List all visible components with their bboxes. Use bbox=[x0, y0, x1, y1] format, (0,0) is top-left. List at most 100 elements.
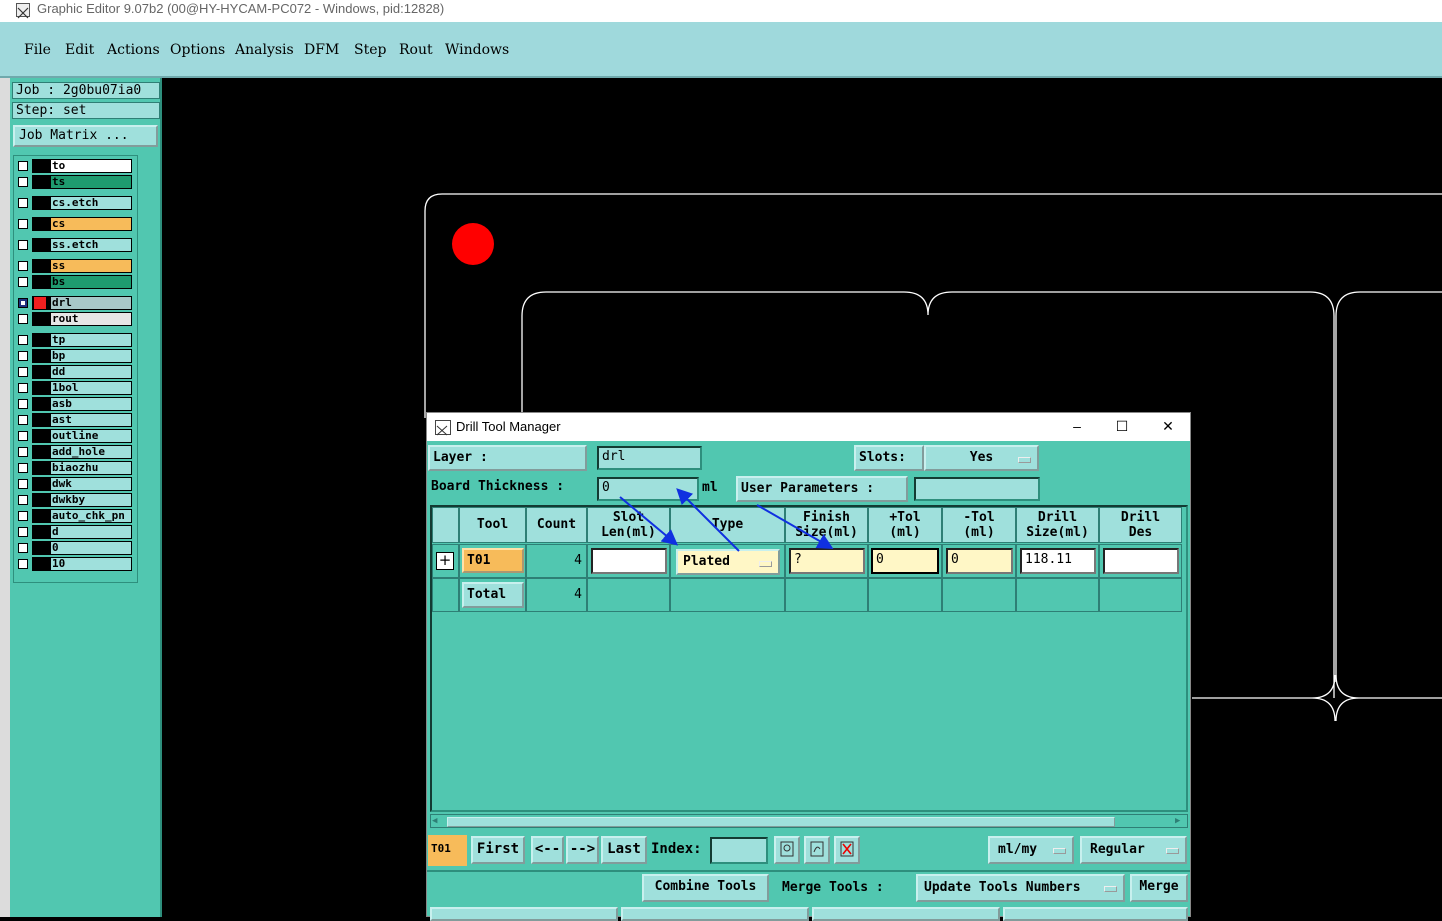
layer-checkbox[interactable] bbox=[18, 511, 28, 521]
drill-size-input[interactable]: 118.11 bbox=[1020, 548, 1096, 574]
index-input[interactable] bbox=[710, 837, 768, 864]
layer-name[interactable]: to bbox=[50, 159, 132, 173]
menu-edit[interactable]: Edit bbox=[65, 42, 94, 58]
next-button[interactable]: --> bbox=[566, 836, 599, 864]
layer-checkbox[interactable] bbox=[18, 351, 28, 361]
layer-name[interactable]: cs bbox=[50, 217, 132, 231]
board-thickness-field[interactable]: 0 bbox=[597, 477, 699, 501]
layer-row-ss[interactable]: ss bbox=[16, 259, 134, 273]
mode-dropdown[interactable]: Regular bbox=[1080, 836, 1187, 864]
menu-analysis[interactable]: Analysis bbox=[235, 42, 294, 58]
layer-row-cs.etch[interactable]: cs.etch bbox=[16, 196, 134, 210]
menu-file[interactable]: File bbox=[24, 42, 51, 58]
scrollbar-thumb[interactable] bbox=[447, 817, 1115, 827]
layer-row-10[interactable]: 10 bbox=[16, 557, 134, 571]
layer-name[interactable]: ss.etch bbox=[50, 238, 132, 252]
layer-name[interactable]: drl bbox=[50, 296, 132, 310]
layer-checkbox[interactable] bbox=[18, 495, 28, 505]
last-button[interactable]: Last bbox=[601, 836, 647, 864]
layer-name[interactable]: rout bbox=[50, 312, 132, 326]
menu-dfm[interactable]: DFM bbox=[304, 42, 339, 58]
layer-name[interactable]: asb bbox=[50, 397, 132, 411]
menu-actions[interactable]: Actions bbox=[107, 42, 160, 58]
layer-row-1bol[interactable]: 1bol bbox=[16, 381, 134, 395]
layer-row-dwk[interactable]: dwk bbox=[16, 477, 134, 491]
layer-name[interactable]: dwk bbox=[50, 477, 132, 491]
layer-name[interactable]: 0 bbox=[50, 541, 132, 555]
layer-field[interactable]: drl bbox=[597, 446, 702, 470]
layer-row-ts[interactable]: ts bbox=[16, 175, 134, 189]
layer-row-bp[interactable]: bp bbox=[16, 349, 134, 363]
scroll-left-icon[interactable]: ◀ bbox=[432, 816, 444, 826]
bottom-button-2[interactable] bbox=[621, 907, 809, 921]
bottom-button-1[interactable] bbox=[430, 907, 618, 921]
maximize-icon[interactable]: ☐ bbox=[1111, 417, 1133, 435]
layer-name[interactable]: bs bbox=[50, 275, 132, 289]
layer-name[interactable]: dwkby bbox=[50, 493, 132, 507]
layer-row-ast[interactable]: ast bbox=[16, 413, 134, 427]
layer-checkbox[interactable] bbox=[18, 415, 28, 425]
horizontal-scrollbar[interactable]: ◀ ▶ bbox=[430, 814, 1188, 828]
type-dropdown[interactable]: Plated bbox=[676, 549, 780, 575]
layer-row-0[interactable]: 0 bbox=[16, 541, 134, 555]
slot-len-input[interactable] bbox=[591, 548, 667, 574]
layer-checkbox[interactable] bbox=[18, 447, 28, 457]
layer-row-rout[interactable]: rout bbox=[16, 312, 134, 326]
layer-name[interactable]: 1bol bbox=[50, 381, 132, 395]
layer-row-auto_chk_pn[interactable]: auto_chk_pn bbox=[16, 509, 134, 523]
layer-checkbox[interactable] bbox=[18, 527, 28, 537]
drill-des-input[interactable] bbox=[1103, 548, 1179, 574]
layer-checkbox[interactable] bbox=[18, 161, 28, 171]
scroll-right-icon[interactable]: ▶ bbox=[1175, 816, 1187, 826]
prev-button[interactable]: <-- bbox=[531, 836, 564, 864]
layer-row-drl[interactable]: drl bbox=[16, 296, 134, 310]
combine-tools-button[interactable]: Combine Tools bbox=[642, 874, 769, 902]
finish-size-input[interactable]: ? bbox=[789, 548, 865, 574]
layer-row-add_hole[interactable]: add_hole bbox=[16, 445, 134, 459]
menu-options[interactable]: Options bbox=[170, 42, 225, 58]
layer-name[interactable]: add_hole bbox=[50, 445, 132, 459]
layer-row-dwkby[interactable]: dwkby bbox=[16, 493, 134, 507]
bottom-button-3[interactable] bbox=[812, 907, 1000, 921]
close-icon[interactable]: ✕ bbox=[1157, 417, 1179, 435]
search-icon[interactable] bbox=[774, 836, 800, 864]
layer-name[interactable]: ast bbox=[50, 413, 132, 427]
layer-checkbox[interactable] bbox=[18, 261, 28, 271]
layer-checkbox[interactable] bbox=[18, 177, 28, 187]
layer-checkbox[interactable] bbox=[18, 543, 28, 553]
layer-name[interactable]: auto_chk_pn bbox=[50, 509, 132, 523]
layer-name[interactable]: bp bbox=[50, 349, 132, 363]
tool-name-button[interactable]: T01 bbox=[462, 548, 524, 573]
layer-name[interactable]: dd bbox=[50, 365, 132, 379]
refresh-icon[interactable] bbox=[804, 836, 830, 864]
layer-checkbox[interactable] bbox=[18, 277, 28, 287]
layer-name[interactable]: outline bbox=[50, 429, 132, 443]
update-tools-numbers-dropdown[interactable]: Update Tools Numbers bbox=[916, 874, 1125, 902]
layer-checkbox[interactable] bbox=[18, 219, 28, 229]
layer-checkbox[interactable] bbox=[18, 198, 28, 208]
layer-row-ss.etch[interactable]: ss.etch bbox=[16, 238, 134, 252]
layer-checkbox[interactable] bbox=[18, 463, 28, 473]
layer-name[interactable]: biaozhu bbox=[50, 461, 132, 475]
bottom-button-4[interactable] bbox=[1003, 907, 1188, 921]
layer-checkbox[interactable] bbox=[18, 431, 28, 441]
layer-checkbox[interactable] bbox=[18, 399, 28, 409]
layer-checkbox[interactable] bbox=[18, 383, 28, 393]
layer-name[interactable]: 10 bbox=[50, 557, 132, 571]
expand-icon[interactable]: + bbox=[436, 552, 454, 570]
minimize-icon[interactable]: – bbox=[1066, 417, 1088, 435]
menu-windows[interactable]: Windows bbox=[445, 42, 509, 58]
layer-checkbox[interactable] bbox=[18, 240, 28, 250]
user-parameters-field[interactable] bbox=[914, 477, 1040, 501]
layer-row-outline[interactable]: outline bbox=[16, 429, 134, 443]
layer-row-d[interactable]: d bbox=[16, 525, 134, 539]
layer-row-tp[interactable]: tp bbox=[16, 333, 134, 347]
layer-checkbox[interactable] bbox=[18, 335, 28, 345]
layer-checkbox[interactable] bbox=[18, 314, 28, 324]
layer-checkbox[interactable] bbox=[18, 479, 28, 489]
minus-tol-input[interactable]: 0 bbox=[946, 548, 1013, 574]
layer-checkbox[interactable] bbox=[18, 367, 28, 377]
menu-rout[interactable]: Rout bbox=[399, 42, 433, 58]
layer-row-bs[interactable]: bs bbox=[16, 275, 134, 289]
first-button[interactable]: First bbox=[471, 836, 525, 864]
